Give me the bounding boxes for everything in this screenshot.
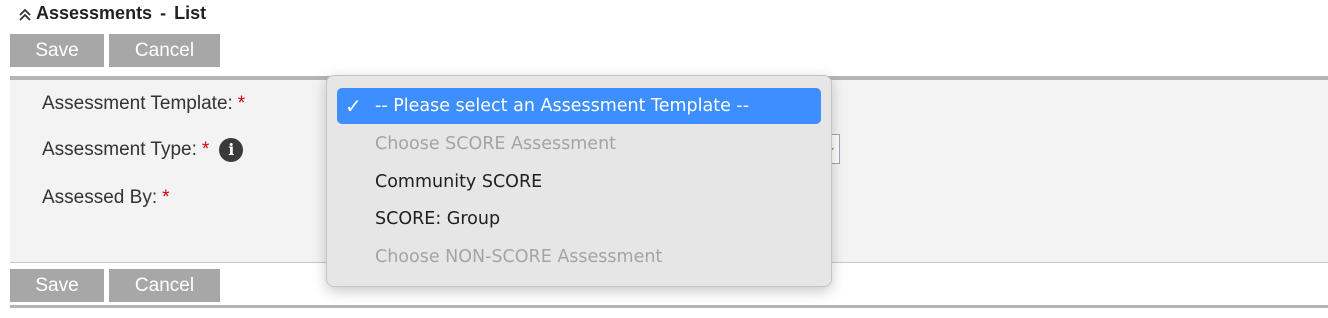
page-header: Assessments - List xyxy=(18,2,206,24)
dropdown-option-label: Choose NON-SCORE Assessment xyxy=(375,247,663,267)
assessment-template-dropdown: ✓ -- Please select an Assessment Templat… xyxy=(326,75,832,287)
bottom-toolbar: Save Cancel xyxy=(10,269,220,302)
dropdown-option[interactable]: Community SCORE xyxy=(337,164,821,200)
bottom-divider xyxy=(10,305,1328,308)
title-separator: - xyxy=(160,2,167,23)
assessment-template-label: Assessment Template: * xyxy=(42,93,245,115)
page-subtitle: List xyxy=(174,2,207,23)
required-marker: * xyxy=(162,187,170,208)
dropdown-option-label: SCORE: Group xyxy=(375,209,501,229)
assessment-type-label-text: Assessment Type: xyxy=(42,139,197,160)
dropdown-option-group-header: Choose SCORE Assessment xyxy=(337,126,821,162)
cancel-button[interactable]: Cancel xyxy=(109,34,220,67)
info-icon[interactable]: i xyxy=(219,138,244,162)
page-title: Assessments xyxy=(36,2,153,23)
save-button[interactable]: Save xyxy=(10,34,104,67)
save-button-bottom[interactable]: Save xyxy=(10,269,104,302)
required-marker: * xyxy=(237,93,246,114)
assessed-by-label: Assessed By: * xyxy=(42,187,170,209)
assessment-template-label-text: Assessment Template: xyxy=(42,93,233,114)
top-toolbar: Save Cancel xyxy=(10,34,220,67)
dropdown-option[interactable]: ✓ -- Please select an Assessment Templat… xyxy=(337,88,821,124)
chevron-double-up-icon[interactable] xyxy=(18,6,32,21)
dropdown-option-group-header: Choose NON-SCORE Assessment xyxy=(337,239,821,275)
required-marker: * xyxy=(201,139,210,160)
dropdown-option-label: Choose SCORE Assessment xyxy=(375,134,617,154)
checkmark-icon: ✓ xyxy=(345,94,362,118)
dropdown-option-label: Community SCORE xyxy=(375,172,543,192)
dropdown-option-label: -- Please select an Assessment Template … xyxy=(375,96,750,116)
dropdown-option[interactable]: SCORE: Group xyxy=(337,201,821,237)
cancel-button-bottom[interactable]: Cancel xyxy=(109,269,220,302)
assessed-by-label-text: Assessed By: xyxy=(42,187,158,208)
assessment-type-label: Assessment Type: * i xyxy=(42,138,244,162)
